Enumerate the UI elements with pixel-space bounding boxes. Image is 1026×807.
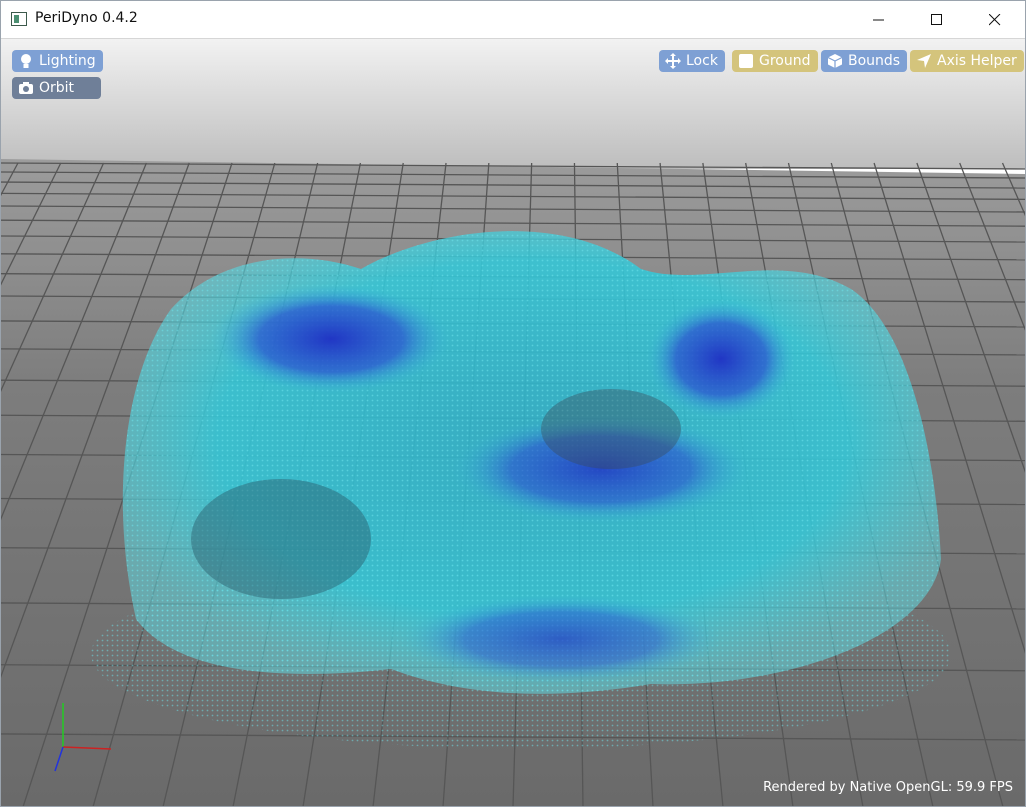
minimize-button[interactable] (856, 1, 902, 38)
cube-icon (827, 53, 843, 69)
title-bar[interactable]: PeriDyno 0.4.2 (1, 1, 1025, 39)
camera-icon (18, 80, 34, 96)
lighting-label: Lighting (39, 53, 96, 69)
maximize-icon (931, 13, 942, 25)
location-arrow-icon (916, 53, 932, 69)
window-title: PeriDyno 0.4.2 (35, 10, 138, 26)
render-viewport[interactable]: Lighting Orbit Lock Ground Bounds Axis H… (1, 39, 1025, 807)
square-icon (738, 53, 754, 69)
axis-helper-button[interactable]: Axis Helper (910, 50, 1024, 72)
app-icon (11, 12, 27, 26)
ground-button[interactable]: Ground (732, 50, 818, 72)
orbit-button[interactable]: Orbit (12, 77, 101, 99)
close-icon (989, 13, 1001, 25)
bounds-button[interactable]: Bounds (821, 50, 908, 72)
lock-label: Lock (686, 53, 718, 69)
axis-gizmo (54, 703, 112, 772)
close-button[interactable] (972, 1, 1018, 38)
maximize-button[interactable] (914, 1, 960, 38)
bounds-label: Bounds (848, 53, 901, 69)
render-status: Rendered by Native OpenGL: 59.9 FPS (763, 780, 1013, 795)
scene-canvas[interactable] (1, 39, 1025, 807)
app-window: PeriDyno 0.4.2 Lighting Orbit Lock Groun… (0, 0, 1026, 807)
lock-button[interactable]: Lock (659, 50, 725, 72)
minimize-icon (873, 19, 884, 20)
axis-helper-label: Axis Helper (937, 53, 1017, 69)
ground-label: Ground (759, 53, 811, 69)
move-arrows-icon (665, 53, 681, 69)
particle-simulation (91, 231, 951, 749)
lightbulb-icon (18, 53, 34, 69)
orbit-label: Orbit (39, 80, 75, 96)
lighting-button[interactable]: Lighting (12, 50, 103, 72)
